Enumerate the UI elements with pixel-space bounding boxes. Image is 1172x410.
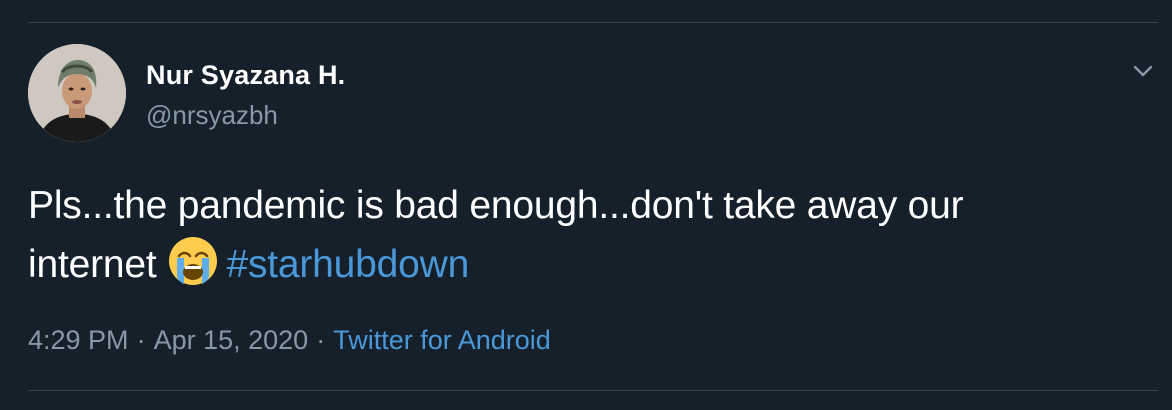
author-display-name[interactable]: Nur Syazana H.: [146, 60, 345, 91]
tweet-text-line-2: internet #starhubdown: [28, 234, 1148, 293]
tweet-meta: 4:29 PM · Apr 15, 2020 · Twitter for Android: [28, 325, 551, 356]
tweet-card: Nur Syazana H. @nrsyazbh Pls...the pande…: [0, 0, 1172, 410]
top-divider: [28, 22, 1158, 23]
tweet-text: Pls...the pandemic is bad enough...don't…: [28, 178, 1148, 293]
hashtag-link[interactable]: #starhubdown: [226, 243, 469, 286]
tweet-time[interactable]: 4:29 PM: [28, 325, 129, 355]
loudly-crying-face-emoji-icon: [166, 234, 220, 288]
meta-separator: ·: [316, 325, 326, 355]
tweet-text-word: internet: [28, 243, 157, 286]
tweet-text-line-1: Pls...the pandemic is bad enough...don't…: [28, 184, 964, 227]
chevron-down-icon[interactable]: [1130, 58, 1156, 84]
bottom-divider: [28, 390, 1158, 391]
tweet-source-link[interactable]: Twitter for Android: [333, 325, 551, 355]
meta-separator: ·: [136, 325, 146, 355]
avatar-image: [28, 44, 126, 142]
author-username[interactable]: @nrsyazbh: [146, 100, 278, 131]
avatar[interactable]: [28, 44, 126, 142]
tweet-date[interactable]: Apr 15, 2020: [154, 325, 309, 355]
